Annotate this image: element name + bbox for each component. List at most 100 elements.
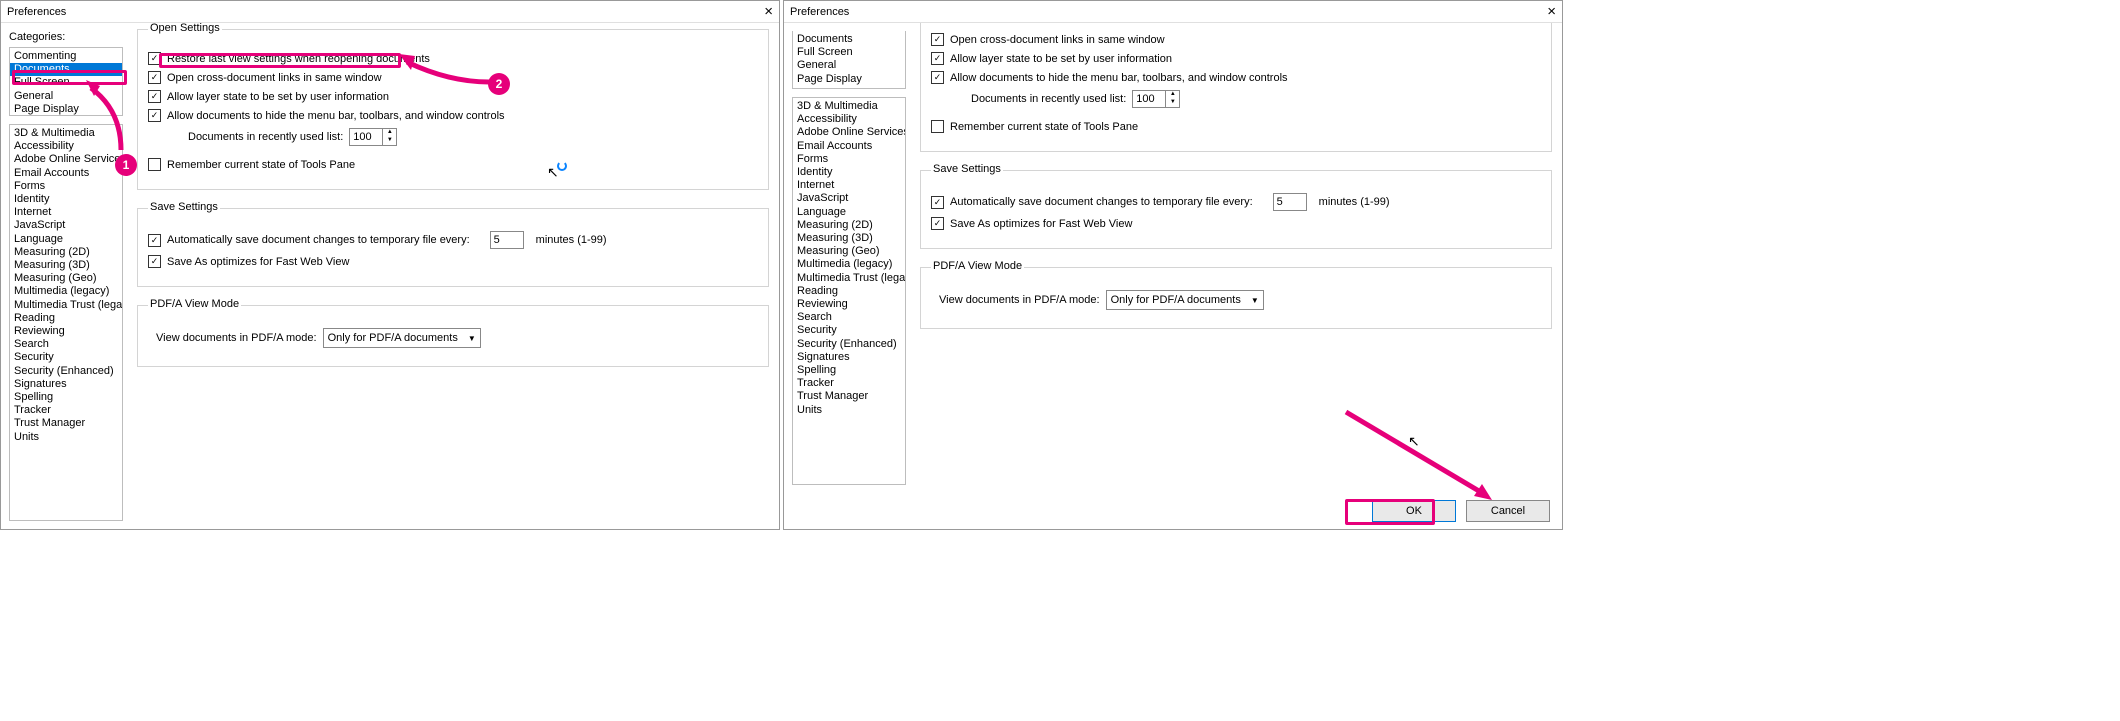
autosave-checkbox[interactable] [931,196,944,209]
close-icon[interactable]: × [764,3,773,20]
layer-label: Allow layer state to be set by user info… [167,91,389,103]
save-settings-group: Save Settings Automatically save documen… [137,208,769,287]
layer-label: Allow layer state to be set by user info… [950,53,1172,65]
cat-item[interactable]: Trust Manager [10,417,122,430]
cat-item[interactable]: Measuring (2D) [10,246,122,259]
cat-commenting[interactable]: Commenting [10,50,122,63]
cat-page-display[interactable]: Page Display [793,73,905,86]
cat-item[interactable]: Spelling [10,391,122,404]
cat-item[interactable]: Multimedia (legacy) [793,258,905,271]
categories-sidebar: Categories: Commenting Documents Full Sc… [1,23,127,529]
cat-item[interactable]: JavaScript [793,192,905,205]
cat-item[interactable]: Search [793,311,905,324]
cat-item[interactable]: Tracker [793,377,905,390]
fastweb-checkbox[interactable] [148,255,161,268]
cat-item[interactable]: Email Accounts [793,140,905,153]
cat-item[interactable]: Internet [793,179,905,192]
cat-documents[interactable]: Documents [793,33,905,46]
cat-item[interactable]: JavaScript [10,219,122,232]
cat-item[interactable]: Signatures [10,378,122,391]
cat-item[interactable]: Email Accounts [10,167,122,180]
category-list-top[interactable]: Commenting Documents Full Screen General… [9,47,123,116]
layer-checkbox[interactable] [148,90,161,103]
remember-checkbox[interactable] [148,158,161,171]
cat-item[interactable]: Security (Enhanced) [10,365,122,378]
cat-item[interactable]: Security [793,324,905,337]
hide-checkbox[interactable] [931,71,944,84]
cat-item[interactable]: Security (Enhanced) [793,338,905,351]
pdfa-value: Only for PDF/A documents [328,332,458,344]
cat-item[interactable]: Spelling [793,364,905,377]
cat-page-display[interactable]: Page Display [10,103,122,116]
cat-item[interactable]: Adobe Online Services [10,153,122,166]
recent-input[interactable]: 100 [1132,90,1166,108]
cat-item[interactable]: Forms [10,180,122,193]
hide-checkbox[interactable] [148,109,161,122]
cat-item[interactable]: Units [10,431,122,444]
cat-item[interactable]: Reading [10,312,122,325]
cat-item[interactable]: Measuring (Geo) [793,245,905,258]
cross-label: Open cross-document links in same window [950,34,1165,46]
cat-item[interactable]: 3D & Multimedia [10,127,122,140]
cat-item[interactable]: Accessibility [793,113,905,126]
layer-checkbox[interactable] [931,52,944,65]
cat-item[interactable]: Signatures [793,351,905,364]
cat-general[interactable]: General [793,59,905,72]
category-list-bottom[interactable]: 3D & Multimedia Accessibility Adobe Onli… [9,124,123,521]
cat-item[interactable]: 3D & Multimedia [793,100,905,113]
open-settings-legend: Open Settings [148,23,222,34]
pdfa-dropdown[interactable]: Only for PDF/A documents ▼ [1106,290,1264,310]
cat-item[interactable]: Measuring (2D) [793,219,905,232]
cat-item[interactable]: Language [10,233,122,246]
cat-item[interactable]: Identity [10,193,122,206]
remember-checkbox[interactable] [931,120,944,133]
cat-item[interactable]: Language [793,206,905,219]
fastweb-checkbox[interactable] [931,217,944,230]
autosave-input[interactable]: 5 [1273,193,1307,211]
recent-label: Documents in recently used list: [188,131,343,143]
cat-item[interactable]: Reviewing [793,298,905,311]
recent-input[interactable]: 100 [349,128,383,146]
cat-item[interactable]: Multimedia Trust (legacy) [793,272,905,285]
cat-full-screen[interactable]: Full Screen [10,76,122,89]
cat-item[interactable]: Measuring (Geo) [10,272,122,285]
cancel-button[interactable]: Cancel [1466,500,1550,522]
cat-documents[interactable]: Documents [10,63,122,76]
cat-item[interactable]: Forms [793,153,905,166]
cat-full-screen[interactable]: Full Screen [793,46,905,59]
cat-general[interactable]: General [10,90,122,103]
categories-sidebar: Documents Full Screen General Page Displ… [784,23,910,493]
cat-item[interactable]: Units [793,404,905,417]
cat-item[interactable]: Multimedia (legacy) [10,285,122,298]
cat-item[interactable]: Search [10,338,122,351]
dialog-footer: OK Cancel [784,493,1562,529]
cat-item[interactable]: Tracker [10,404,122,417]
cat-item[interactable]: Security [10,351,122,364]
cat-item[interactable]: Reviewing [10,325,122,338]
window-title: Preferences [7,6,66,18]
cat-item[interactable]: Adobe Online Services [793,126,905,139]
cross-checkbox[interactable] [148,71,161,84]
pdfa-dropdown[interactable]: Only for PDF/A documents ▼ [323,328,481,348]
close-icon[interactable]: × [1547,3,1556,20]
loading-icon [557,161,567,171]
cat-item[interactable]: Trust Manager [793,390,905,403]
autosave-input[interactable]: 5 [490,231,524,249]
annotation-badge-2: 2 [488,73,510,95]
restore-checkbox[interactable] [148,52,161,65]
cat-item[interactable]: Internet [10,206,122,219]
recent-spinner[interactable]: ▲▼ [1166,90,1180,108]
save-settings-group: Save Settings Automatically save documen… [920,170,1552,249]
cat-item[interactable]: Measuring (3D) [10,259,122,272]
cat-item[interactable]: Accessibility [10,140,122,153]
cross-checkbox[interactable] [931,33,944,46]
recent-spinner[interactable]: ▲▼ [383,128,397,146]
cat-item[interactable]: Reading [793,285,905,298]
category-list-top[interactable]: Documents Full Screen General Page Displ… [792,31,906,89]
ok-button[interactable]: OK [1372,500,1456,522]
category-list-bottom[interactable]: 3D & Multimedia Accessibility Adobe Onli… [792,97,906,485]
autosave-checkbox[interactable] [148,234,161,247]
cat-item[interactable]: Measuring (3D) [793,232,905,245]
cat-item[interactable]: Multimedia Trust (legacy) [10,299,122,312]
cat-item[interactable]: Identity [793,166,905,179]
